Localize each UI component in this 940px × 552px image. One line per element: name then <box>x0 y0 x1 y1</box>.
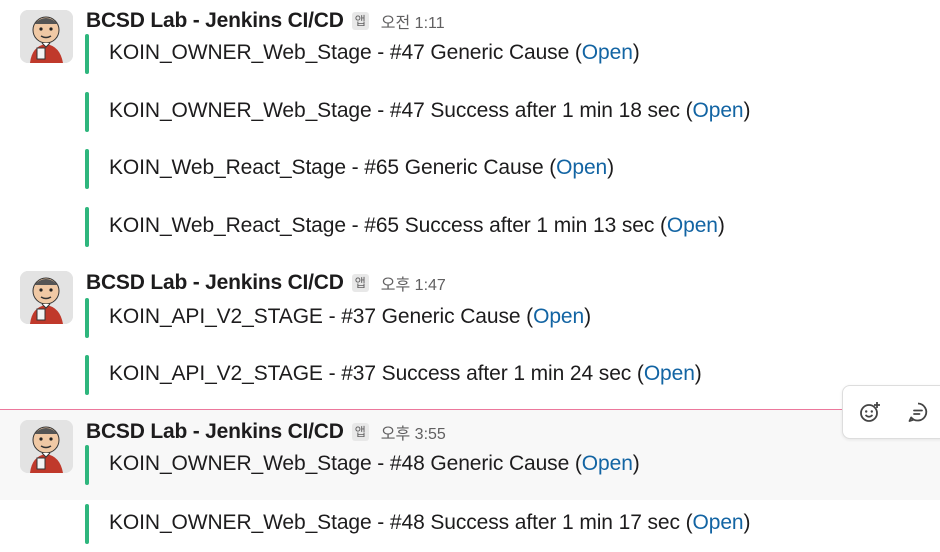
attachment-text: KOIN_OWNER_Web_Stage - #47 Generic Cause… <box>109 41 640 64</box>
attachment-bar <box>85 445 89 485</box>
add-reaction-button[interactable] <box>855 397 885 427</box>
attachment-bar <box>85 504 89 544</box>
attachment-bar <box>85 34 89 74</box>
app-badge: 앱 <box>351 423 369 441</box>
attachment-text: KOIN_OWNER_Web_Stage - #47 Success after… <box>109 99 751 122</box>
attachment-bar <box>85 298 89 338</box>
attachment-bar <box>85 149 89 189</box>
timestamp[interactable]: 오후 3:55 <box>381 420 446 444</box>
open-link[interactable]: Open <box>533 305 584 328</box>
add-reaction-icon <box>860 402 880 422</box>
reply-in-thread-icon <box>908 402 928 422</box>
message-group: BCSD Lab - Jenkins CI/CD 앱 오후 3:55 KOIN_… <box>0 410 940 500</box>
timestamp[interactable]: 오전 1:11 <box>381 9 445 33</box>
message-actions-toolbar <box>842 385 940 439</box>
attachment-text: KOIN_Web_React_Stage - #65 Success after… <box>109 214 725 237</box>
attachment-text: KOIN_API_V2_STAGE - #37 Success after 1 … <box>109 362 702 385</box>
message-group: BCSD Lab - Jenkins CI/CD 앱 오전 1:11 KOIN_… <box>0 0 940 260</box>
message-header: BCSD Lab - Jenkins CI/CD 앱 오전 1:11 <box>86 8 445 34</box>
attachment-bar <box>85 92 89 132</box>
attachment-text: KOIN_API_V2_STAGE - #37 Generic Cause (O… <box>109 305 591 328</box>
sender-name[interactable]: BCSD Lab - Jenkins CI/CD <box>86 271 344 295</box>
attachment-text: KOIN_Web_React_Stage - #65 Generic Cause… <box>109 156 615 179</box>
open-link[interactable]: Open <box>582 452 633 475</box>
open-link[interactable]: Open <box>667 214 718 237</box>
sender-name[interactable]: BCSD Lab - Jenkins CI/CD <box>86 9 344 33</box>
open-link[interactable]: Open <box>693 511 744 534</box>
jenkins-avatar[interactable] <box>20 271 73 324</box>
open-link[interactable]: Open <box>693 99 744 122</box>
message-group: BCSD Lab - Jenkins CI/CD 앱 오후 1:47 KOIN_… <box>0 262 940 408</box>
message-continuation: KOIN_OWNER_Web_Stage - #48 Success after… <box>0 500 940 552</box>
open-link[interactable]: Open <box>644 362 695 385</box>
jenkins-avatar[interactable] <box>20 10 73 63</box>
attachment-text: KOIN_OWNER_Web_Stage - #48 Success after… <box>109 511 751 534</box>
message-header: BCSD Lab - Jenkins CI/CD 앱 오후 3:55 <box>86 419 446 445</box>
sender-name[interactable]: BCSD Lab - Jenkins CI/CD <box>86 420 344 444</box>
open-link[interactable]: Open <box>556 156 607 179</box>
jenkins-logo-icon <box>20 420 73 473</box>
open-link[interactable]: Open <box>582 41 633 64</box>
jenkins-logo-icon <box>20 10 73 63</box>
app-badge: 앱 <box>351 12 369 30</box>
app-badge: 앱 <box>351 274 369 292</box>
jenkins-avatar[interactable] <box>20 420 73 473</box>
message-header: BCSD Lab - Jenkins CI/CD 앱 오후 1:47 <box>86 270 446 296</box>
attachment-bar <box>85 355 89 395</box>
attachment-text: KOIN_OWNER_Web_Stage - #48 Generic Cause… <box>109 452 640 475</box>
jenkins-logo-icon <box>20 271 73 324</box>
reply-in-thread-button[interactable] <box>903 397 933 427</box>
timestamp[interactable]: 오후 1:47 <box>381 271 446 295</box>
attachment-bar <box>85 207 89 247</box>
